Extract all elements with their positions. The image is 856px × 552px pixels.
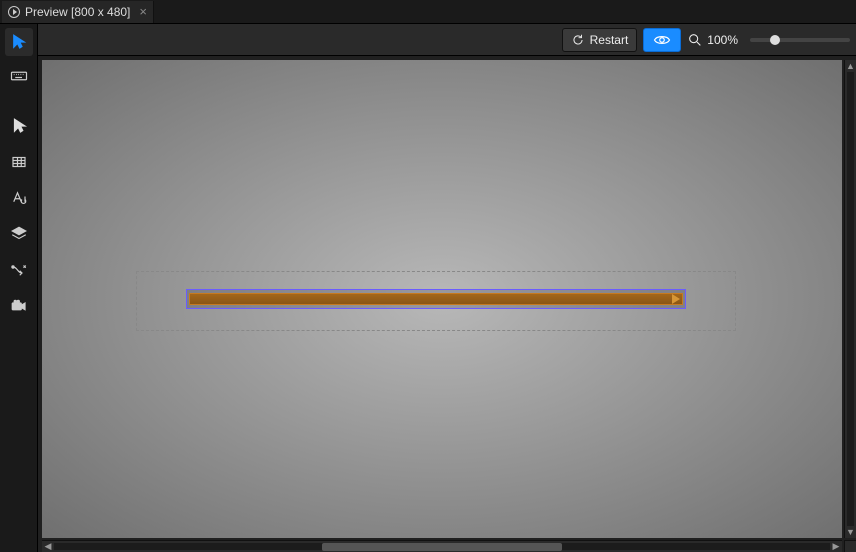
canvas-viewport[interactable] [42, 60, 842, 538]
zoom-value[interactable]: 100% [707, 33, 738, 47]
selection-box[interactable] [186, 289, 686, 309]
text-style-tool[interactable] [5, 184, 33, 212]
zoom-slider-thumb[interactable] [770, 35, 780, 45]
direct-select-icon [10, 33, 28, 51]
grid-icon [10, 153, 28, 171]
keyboard-icon [10, 67, 28, 85]
preview-toolbar: Restart 100% [38, 24, 856, 56]
camera-tool[interactable] [5, 292, 33, 320]
restart-label: Restart [590, 33, 629, 47]
close-icon[interactable]: × [139, 4, 147, 19]
camera-icon [10, 297, 28, 315]
scroll-right-icon[interactable]: ▶ [830, 541, 842, 552]
eye-icon [653, 31, 671, 49]
zoom-icon[interactable] [687, 32, 703, 48]
restart-icon [571, 33, 585, 47]
connector-icon [10, 261, 28, 279]
artboard[interactable] [42, 60, 842, 538]
text-style-icon [10, 189, 28, 207]
canvas-area: ▲ ▼ ◀ ▶ [38, 56, 856, 552]
visibility-button[interactable] [643, 28, 681, 52]
tab-bar: Preview [800 x 480] × [0, 0, 856, 24]
horizontal-scroll-thumb[interactable] [322, 543, 562, 551]
layers-tool[interactable] [5, 220, 33, 248]
table-tool[interactable] [5, 148, 33, 176]
layers-icon [10, 225, 28, 243]
keyboard-tool[interactable] [5, 62, 33, 90]
scroll-left-icon[interactable]: ◀ [42, 541, 54, 552]
vertical-scrollbar[interactable]: ▲ ▼ [844, 60, 856, 538]
vertical-scroll-track[interactable] [847, 72, 854, 526]
restart-button[interactable]: Restart [562, 28, 638, 52]
zoom-slider[interactable] [750, 38, 850, 42]
connector-tool[interactable] [5, 256, 33, 284]
scrollbar-corner [844, 540, 856, 552]
tool-strip [0, 24, 38, 552]
play-circle-icon [8, 6, 20, 18]
direct-select-tool[interactable] [5, 28, 33, 56]
pointer-icon [10, 117, 28, 135]
horizontal-scrollbar[interactable]: ◀ ▶ [42, 540, 842, 552]
pointer-tool[interactable] [5, 112, 33, 140]
timeline-clip[interactable] [189, 293, 683, 305]
arrow-right-icon [672, 294, 680, 304]
tab-title: Preview [800 x 480] [25, 5, 130, 19]
tab-preview[interactable]: Preview [800 x 480] × [2, 1, 154, 23]
scroll-down-icon[interactable]: ▼ [845, 526, 856, 538]
scroll-up-icon[interactable]: ▲ [845, 60, 856, 72]
